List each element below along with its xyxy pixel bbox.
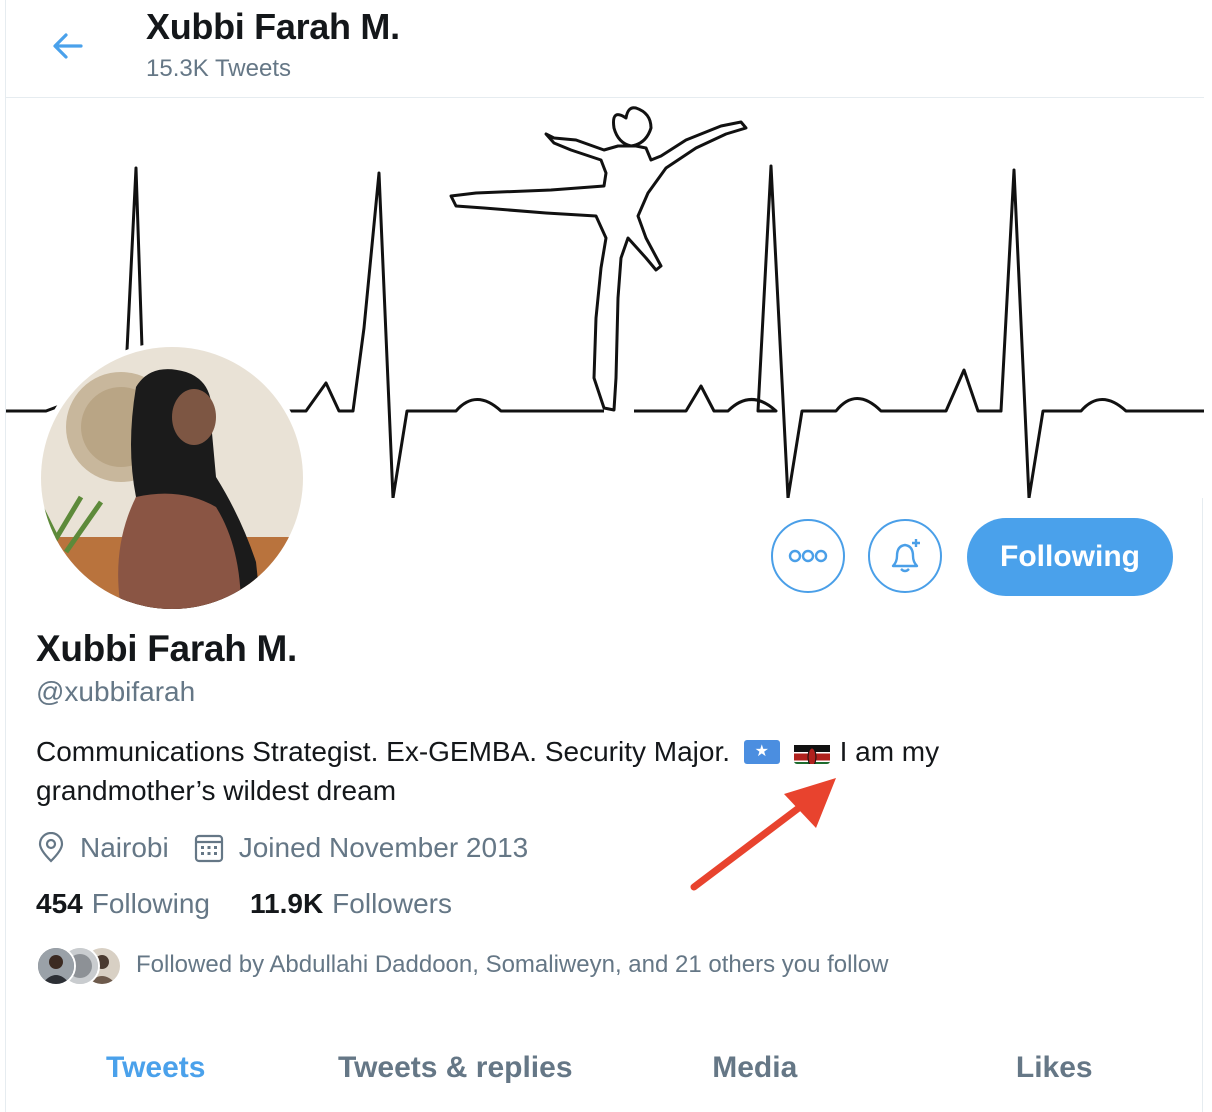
profile-avatar[interactable] [36, 342, 308, 614]
notifications-button[interactable] [868, 519, 942, 593]
following-count: 454 [36, 888, 83, 919]
back-button[interactable] [48, 26, 88, 66]
following-button[interactable]: Following [967, 518, 1173, 596]
profile-page: Xubbi Farah M. 15.3K Tweets Following Xu… [5, 0, 1204, 1112]
followers-count: 11.9K [250, 888, 324, 919]
bell-plus-icon [891, 539, 920, 573]
following-label: Following [91, 888, 210, 919]
header-tweet-count: 15.3K Tweets [146, 55, 291, 82]
location-pin-icon [36, 832, 66, 864]
tab-likes[interactable]: Likes [905, 1030, 1205, 1112]
followed-by-avatars [36, 945, 122, 986]
profile-meta: Nairobi Joined November 2013 [36, 828, 528, 868]
followed-by-text: Followed by Abdullahi Daddoon, Somaliwey… [136, 951, 889, 978]
profile-photo [41, 347, 303, 609]
annotation-arrow-icon [690, 778, 836, 891]
header-display-name: Xubbi Farah M. [146, 6, 400, 47]
profile-display-name: Xubbi Farah M. [36, 628, 297, 669]
profile-handle: @xubbifarah [36, 676, 196, 707]
profile-location: Nairobi [80, 832, 169, 863]
arrow-left-icon [53, 33, 83, 59]
profile-bio: Communications Strategist. Ex-GEMBA. Sec… [36, 732, 1036, 810]
avatar [36, 946, 76, 986]
following-count-link[interactable]: 454 Following [36, 888, 210, 920]
more-dots-icon [788, 549, 828, 563]
profile-header-bar: Xubbi Farah M. 15.3K Tweets [6, 0, 1204, 98]
tab-tweets-and-replies[interactable]: Tweets & replies [306, 1030, 606, 1112]
tab-media[interactable]: Media [605, 1030, 905, 1112]
followers-count-link[interactable]: 11.9K Followers [250, 888, 452, 920]
profile-tabs: Tweets Tweets & replies Media Likes [6, 1030, 1204, 1112]
somalia-flag-icon: ★ [743, 740, 780, 764]
profile-join-date: Joined November 2013 [238, 832, 529, 863]
tab-tweets[interactable]: Tweets [6, 1030, 306, 1112]
followed-by-row[interactable]: Followed by Abdullahi Daddoon, Somaliwey… [36, 944, 888, 986]
follow-stats: 454 Following 11.9K Followers [36, 888, 452, 920]
more-options-button[interactable] [771, 519, 845, 593]
kenya-flag-icon [793, 740, 830, 764]
calendar-icon [193, 832, 225, 864]
bio-text-start: Communications Strategist. Ex-GEMBA. Sec… [36, 736, 730, 767]
followers-label: Followers [332, 888, 452, 919]
